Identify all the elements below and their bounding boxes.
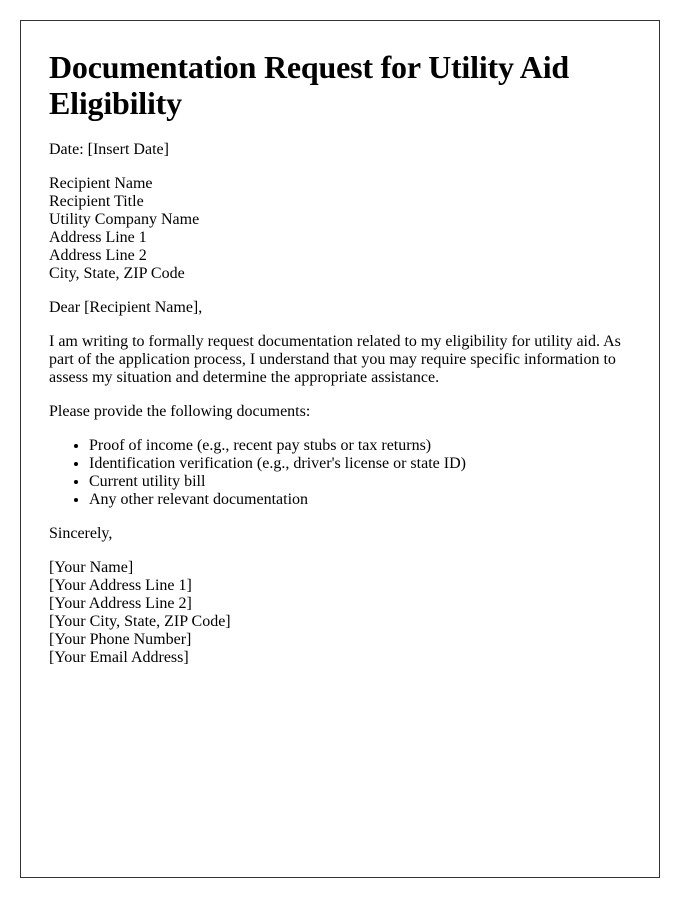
sender-city-state-zip: [Your City, State, ZIP Code]: [49, 613, 231, 630]
recipient-address-line-1: Address Line 1: [49, 229, 147, 246]
recipient-title: Recipient Title: [49, 193, 144, 210]
list-item: Proof of income (e.g., recent pay stubs …: [89, 437, 631, 455]
list-item: Identification verification (e.g., drive…: [89, 455, 631, 473]
body-paragraph: I am writing to formally request documen…: [49, 333, 621, 386]
recipient-company: Utility Company Name: [49, 211, 200, 228]
sender-phone: [Your Phone Number]: [49, 631, 192, 648]
recipient-address-line-2: Address Line 2: [49, 247, 147, 264]
sender-address-line-2: [Your Address Line 2]: [49, 595, 192, 612]
documents-list: Proof of income (e.g., recent pay stubs …: [49, 437, 631, 509]
date-line: Date: [Insert Date]: [49, 141, 169, 158]
salutation: Dear [Recipient Name],: [49, 299, 203, 316]
sender-email: [Your Email Address]: [49, 649, 189, 666]
sender-name: [Your Name]: [49, 559, 134, 576]
list-item: Current utility bill: [89, 473, 631, 491]
sender-address-line-1: [Your Address Line 1]: [49, 577, 192, 594]
recipient-name: Recipient Name: [49, 175, 153, 192]
recipient-address-block: Recipient Name Recipient Title Utility C…: [49, 175, 631, 283]
letter-container: Documentation Request for Utility Aid El…: [20, 20, 660, 878]
letter-title: Documentation Request for Utility Aid El…: [49, 49, 569, 121]
sender-signature-block: [Your Name] [Your Address Line 1] [Your …: [49, 559, 631, 667]
recipient-city-state-zip: City, State, ZIP Code: [49, 265, 185, 282]
closing: Sincerely,: [49, 525, 113, 542]
list-intro: Please provide the following documents:: [49, 403, 311, 420]
list-item: Any other relevant documentation: [89, 491, 631, 509]
